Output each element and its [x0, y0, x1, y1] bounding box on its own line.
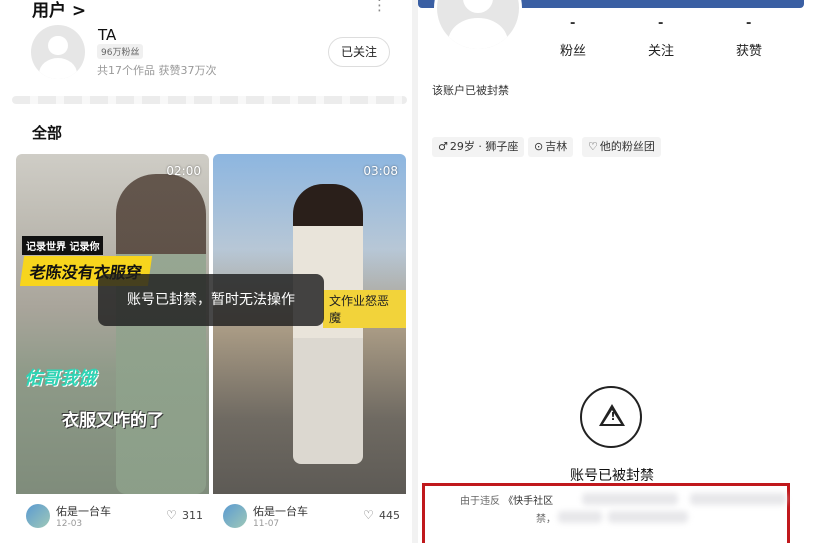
- banned-status-text: 该账户已被封禁: [432, 84, 509, 97]
- divider: [12, 96, 407, 104]
- blurred-text: [608, 511, 688, 523]
- header-title[interactable]: 用户 >: [32, 0, 86, 21]
- chip-fan-club-text: 他的粉丝团: [599, 140, 655, 153]
- chip-age-text: 29岁 · 狮子座: [449, 140, 519, 153]
- notice-rule-link[interactable]: 《快手社区: [503, 496, 553, 507]
- avatar[interactable]: [31, 25, 85, 79]
- blurred-text: [558, 511, 602, 523]
- video-overlay-text: 文作业怒恶魔: [323, 290, 406, 328]
- video-overlay-text: 佑哥我饿: [24, 368, 96, 389]
- user-profile-panel: 用户 > ⋮ TA 96万粉丝 共17个作品 获赞37万次 已关注 全部 02:…: [0, 0, 412, 543]
- avatar: [434, 0, 522, 52]
- blurred-text: [582, 493, 678, 505]
- section-title: 全部: [32, 124, 63, 142]
- banned-title: 账号已被封禁: [570, 468, 654, 484]
- location-icon: ⊙: [534, 140, 544, 153]
- author-avatar[interactable]: [26, 504, 50, 528]
- fans-badge: 96万粉丝: [97, 44, 144, 59]
- video-date: 12-03: [56, 519, 83, 529]
- fan-club-icon: ♡: [588, 140, 598, 153]
- likes-count: -: [746, 16, 752, 31]
- chip-age: ♂ 29岁 · 狮子座: [432, 137, 525, 157]
- likes-label[interactable]: 获赞: [736, 40, 762, 59]
- works-summary: 共17个作品 获赞37万次: [97, 64, 217, 77]
- user-name: TA: [98, 26, 117, 44]
- video-duration: 03:08: [363, 164, 398, 178]
- chip-location: ⊙ 吉林: [528, 137, 574, 157]
- warning-icon: !: [580, 386, 642, 448]
- video-meta: 佑是一台车 11-07 ♡ 445: [213, 494, 406, 542]
- ban-toast: 账号已封禁，暂时无法操作: [98, 274, 324, 326]
- more-icon[interactable]: ⋮: [372, 0, 387, 14]
- blurred-text: [690, 493, 786, 505]
- video-overlay-text: 衣服又咋的了: [62, 411, 164, 431]
- gender-male-icon: ♂: [438, 140, 448, 153]
- fans-count: -: [570, 16, 576, 31]
- following-count: -: [658, 16, 664, 31]
- video-card[interactable]: 03:08 文作业怒恶魔 佑是一台车 11-07 ♡ 445: [213, 154, 406, 542]
- follow-button[interactable]: 已关注: [328, 37, 390, 67]
- heart-icon[interactable]: ♡: [363, 508, 374, 522]
- like-count: 311: [182, 509, 203, 522]
- fans-label[interactable]: 粉丝: [560, 40, 586, 59]
- chip-fan-club[interactable]: ♡ 他的粉丝团: [582, 137, 661, 157]
- video-tag: 记录世界 记录你: [22, 236, 104, 255]
- video-duration: 02:00: [166, 164, 201, 178]
- ban-notice: 由于违反 《快手社区: [460, 492, 553, 507]
- video-figure: [116, 174, 206, 494]
- author-name[interactable]: 佑是一台车: [253, 503, 308, 519]
- video-card[interactable]: 02:00 记录世界 记录你 老陈没有衣服穿 佑哥我饿 衣服又咋的了 佑是一台车…: [16, 154, 209, 542]
- chip-location-text: 吉林: [545, 140, 568, 153]
- ban-notice-line2: 禁，: [536, 514, 556, 525]
- video-meta: 佑是一台车 12-03 ♡ 311: [16, 494, 209, 542]
- heart-icon[interactable]: ♡: [166, 508, 177, 522]
- like-count: 445: [379, 509, 400, 522]
- following-label[interactable]: 关注: [648, 40, 674, 59]
- author-name[interactable]: 佑是一台车: [56, 503, 111, 519]
- author-avatar[interactable]: [223, 504, 247, 528]
- banned-profile-panel: - 粉丝 - 关注 - 获赞 该账户已被封禁 ♂ 29岁 · 狮子座 ⊙ 吉林 ♡ 他…: [418, 0, 837, 543]
- video-date: 11-07: [253, 519, 280, 529]
- notice-prefix: 由于违反: [460, 496, 500, 507]
